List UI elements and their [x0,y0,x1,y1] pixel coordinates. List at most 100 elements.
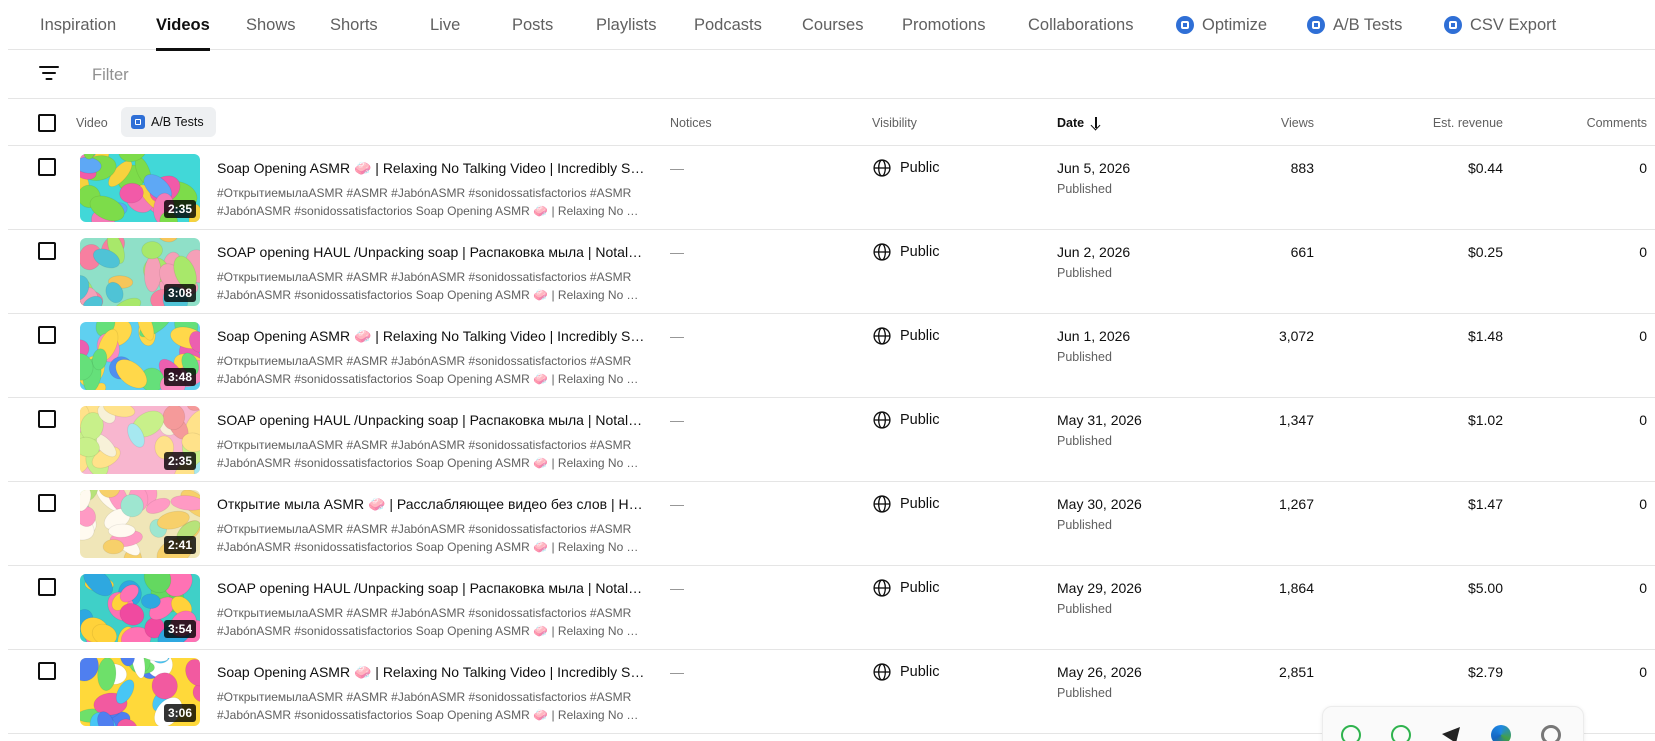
select-all-cell [38,99,56,146]
video-thumbnail[interactable]: 3:54 [80,574,200,642]
visibility-label: Public [900,328,940,344]
comments-count: 0 [1639,412,1647,428]
publish-date: May 31, 2026 [1057,412,1142,428]
video-duration: 2:35 [163,200,196,218]
visibility-dropdown[interactable]: Public [872,326,940,346]
description-line-1: #ОткрытиемылаASMR #ASMR #JabónASMR #soni… [217,690,632,704]
views-count: 2,851 [1278,664,1314,680]
comments-count: 0 [1639,496,1647,512]
comments-count: 0 [1639,244,1647,260]
video-duration: 3:48 [163,368,196,386]
visibility-dropdown[interactable]: Public [872,158,940,178]
video-title[interactable]: Soap Opening ASMR 🧼 | Relaxing No Talkin… [217,664,647,681]
tab-label: A/B Tests [1333,15,1403,34]
visibility-dropdown[interactable]: Public [872,578,940,598]
publish-date: May 29, 2026 [1057,580,1142,596]
whatsapp-icon[interactable] [1341,725,1361,741]
header-comments[interactable]: Comments [1587,99,1647,146]
video-title[interactable]: Открытие мыла ASMR 🧼 | Расслабляющее вид… [217,496,647,513]
table-row[interactable]: 3:08 SOAP opening HAUL /Unpacking soap | … [8,230,1655,314]
visibility-dropdown[interactable]: Public [872,494,940,514]
views-count: 661 [1290,244,1314,260]
ab-tests-chip-label: A/B Tests [151,115,204,129]
video-thumbnail[interactable]: 3:48 [80,322,200,390]
table-row[interactable]: 2:41 Открытие мыла ASMR 🧼 | Расслабляющее… [8,482,1655,566]
tab-optimize[interactable]: Optimize [1176,0,1267,50]
revenue-value: $1.02 [1467,412,1503,428]
visibility-dropdown[interactable]: Public [872,662,940,682]
publish-status: Published [1057,350,1112,364]
tab-inspiration[interactable]: Inspiration [40,0,116,50]
revenue-value: $1.48 [1467,328,1503,344]
tab-label: Podcasts [694,15,762,34]
video-duration: 3:54 [163,620,196,638]
telegram-icon[interactable] [1441,725,1461,741]
tab-shows[interactable]: Shows [246,0,296,50]
edge-icon[interactable] [1491,725,1511,741]
table-row[interactable]: 2:35 SOAP opening HAUL /Unpacking soap | … [8,398,1655,482]
header-revenue[interactable]: Est. revenue [1433,99,1503,146]
row-checkbox[interactable] [38,410,56,428]
views-count: 1,864 [1278,580,1314,596]
description-line-2: #JabónASMR #sonidossatisfactorios Soap O… [217,456,643,470]
floating-share-toolbar [1322,706,1584,741]
tab-label: Collaborations [1028,15,1134,34]
comments-count: 0 [1639,328,1647,344]
revenue-value: $0.44 [1467,160,1503,176]
video-thumbnail[interactable]: 2:35 [80,154,200,222]
row-checkbox[interactable] [38,662,56,680]
tab-shorts[interactable]: Shorts [330,0,378,50]
whatsapp-business-icon[interactable] [1391,725,1411,741]
notices-value: — [670,496,684,512]
extension-logo-icon [1444,16,1462,34]
video-thumbnail[interactable]: 2:35 [80,406,200,474]
row-checkbox[interactable] [38,326,56,344]
video-thumbnail[interactable]: 3:08 [80,238,200,306]
tab-videos[interactable]: Videos [156,0,210,51]
views-count: 883 [1290,160,1314,176]
row-checkbox[interactable] [38,578,56,596]
video-thumbnail[interactable]: 2:41 [80,490,200,558]
tab-live[interactable]: Live [430,0,460,50]
tab-podcasts[interactable]: Podcasts [694,0,762,50]
tab-a-b-tests[interactable]: A/B Tests [1307,0,1402,50]
filter-lines-icon[interactable] [38,64,60,82]
tab-csv-export[interactable]: CSV Export [1444,0,1556,50]
table-row[interactable]: 3:48 Soap Opening ASMR 🧼 | Relaxing No Ta… [8,314,1655,398]
tab-playlists[interactable]: Playlists [596,0,657,50]
publish-status: Published [1057,434,1112,448]
description-line-2: #JabónASMR #sonidossatisfactorios Soap O… [217,624,643,638]
visibility-dropdown[interactable]: Public [872,410,940,430]
settings-icon[interactable] [1541,725,1561,741]
video-title[interactable]: SOAP opening HAUL /Unpacking soap | Расп… [217,580,647,596]
select-all-checkbox[interactable] [38,113,56,132]
header-views[interactable]: Views [1281,99,1314,146]
ab-tests-chip[interactable]: A/B Tests [121,107,216,137]
table-row[interactable]: 3:54 SOAP opening HAUL /Unpacking soap | … [8,566,1655,650]
video-thumbnail[interactable]: 3:06 [80,658,200,726]
video-description: #ОткрытиемылаASMR #ASMR #JabónASMR #soni… [217,268,643,304]
video-title[interactable]: Soap Opening ASMR 🧼 | Relaxing No Talkin… [217,160,647,177]
video-title[interactable]: SOAP opening HAUL /Unpacking soap | Расп… [217,412,647,428]
tab-collaborations[interactable]: Collaborations [1028,0,1133,50]
video-table-body: 2:35 Soap Opening ASMR 🧼 | Relaxing No Ta… [8,146,1655,734]
video-title[interactable]: SOAP opening HAUL /Unpacking soap | Расп… [217,244,647,260]
tab-promotions[interactable]: Promotions [902,0,985,50]
filter-input[interactable] [92,62,492,88]
video-description: #ОткрытиемылаASMR #ASMR #JabónASMR #soni… [217,436,643,472]
table-row[interactable]: 2:35 Soap Opening ASMR 🧼 | Relaxing No Ta… [8,146,1655,230]
row-checkbox[interactable] [38,242,56,260]
row-checkbox[interactable] [38,158,56,176]
tab-posts[interactable]: Posts [512,0,553,50]
description-line-2: #JabónASMR #sonidossatisfactorios Soap O… [217,288,643,302]
visibility-dropdown[interactable]: Public [872,242,940,262]
tab-label: Live [430,15,461,34]
publish-date: Jun 2, 2026 [1057,244,1131,260]
header-date[interactable]: Date [1057,99,1102,146]
row-checkbox[interactable] [38,494,56,512]
globe-icon [872,242,892,262]
video-title[interactable]: Soap Opening ASMR 🧼 | Relaxing No Talkin… [217,328,647,345]
tab-courses[interactable]: Courses [802,0,863,50]
description-line-1: #ОткрытиемылаASMR #ASMR #JabónASMR #soni… [217,522,632,536]
description-line-1: #ОткрытиемылаASMR #ASMR #JabónASMR #soni… [217,186,632,200]
